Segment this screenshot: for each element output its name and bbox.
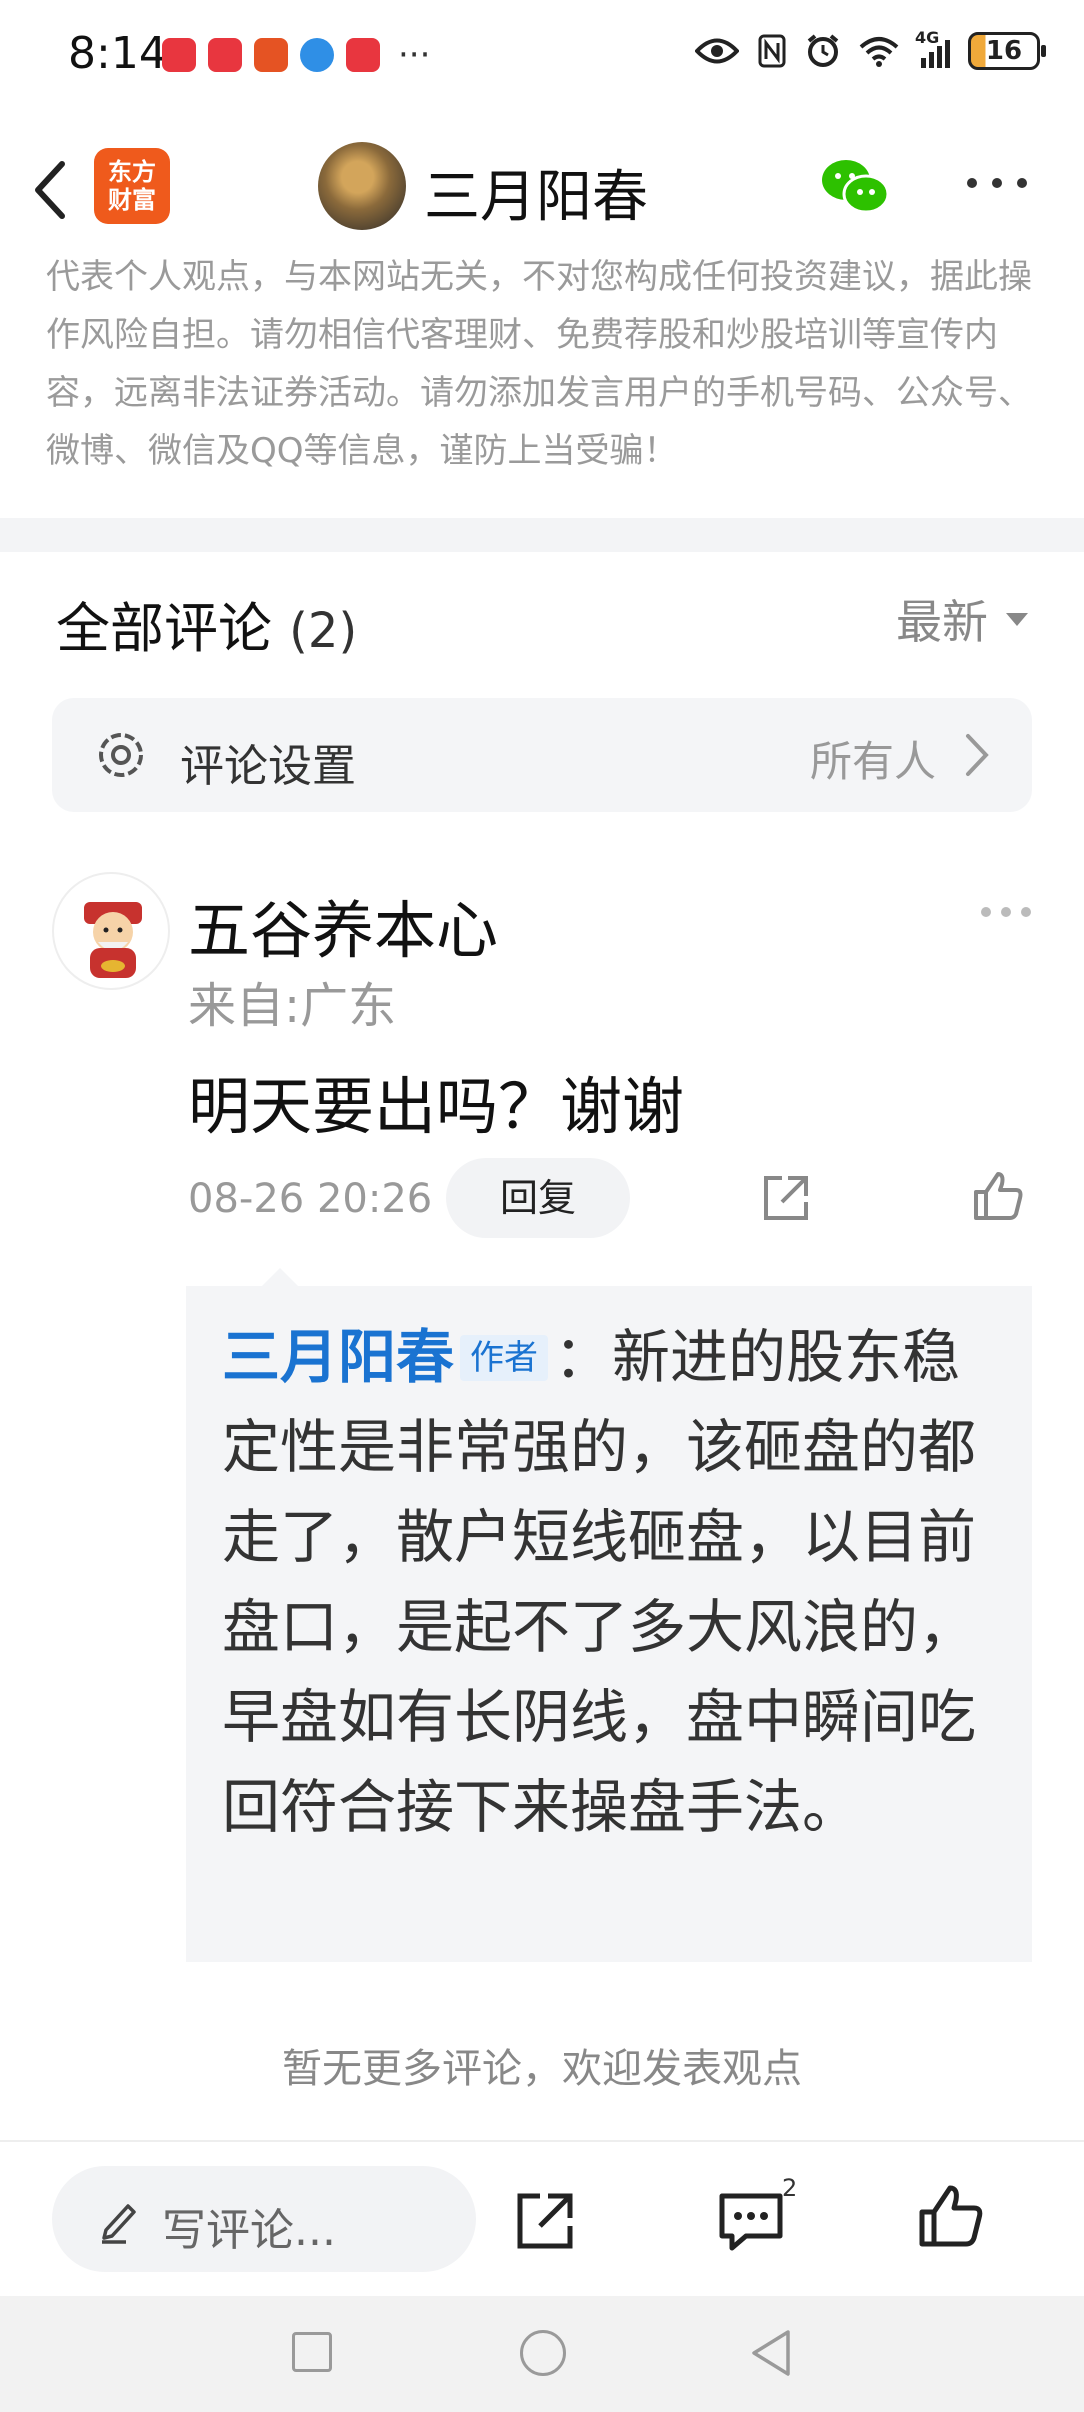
reply-text: ：新进的股东稳定性是非常强的，该砸盘的都走了，散户短线砸盘，以目前盘口，是起不了…	[222, 1323, 977, 1841]
network-type: 4G	[915, 28, 940, 47]
logo-text-line2: 财富	[108, 186, 156, 214]
comment-settings-row[interactable]: 评论设置 所有人	[52, 698, 1032, 812]
comment-more-icon[interactable]	[978, 904, 1034, 920]
share-icon[interactable]	[760, 1172, 812, 1224]
section-divider	[0, 518, 1084, 552]
settings-value: 所有人	[809, 737, 936, 786]
caret-down-icon	[1006, 612, 1028, 626]
battery-icon: 16	[968, 32, 1046, 70]
app-notification-icon	[254, 38, 288, 72]
comments-count: (2)	[289, 603, 358, 659]
xiaohongshu-app-icon	[346, 38, 380, 72]
comment-count-badge: 2	[782, 2174, 798, 2202]
write-comment-placeholder: 写评论...	[162, 2205, 336, 2256]
share-icon-large[interactable]	[512, 2188, 578, 2254]
commenter-name[interactable]: 五谷养本心	[188, 880, 498, 970]
write-comment-input[interactable]: 写评论...	[52, 2166, 476, 2272]
sort-dropdown[interactable]: 最新	[896, 586, 1028, 652]
huawei-app-icon	[162, 38, 196, 72]
alarm-icon	[807, 34, 839, 67]
wechat-icon[interactable]	[818, 154, 892, 218]
pen-icon	[102, 2204, 136, 2244]
eye-icon	[695, 38, 739, 64]
home-button[interactable]	[520, 2330, 566, 2376]
back-arrow-icon[interactable]	[26, 152, 82, 228]
author-reply: 三月阳春 作者 ：新进的股东稳定性是非常强的，该砸盘的都走了，散户短线砸盘，以目前盘…	[222, 1312, 1004, 1852]
commenter-avatar[interactable]	[52, 872, 170, 990]
browser-app-icon	[300, 38, 334, 72]
no-more-comments: 暂无更多评论，欢迎发表观点	[282, 2046, 802, 2092]
back-triangle-icon[interactable]	[748, 2328, 794, 2378]
reply-pointer	[262, 1268, 298, 1286]
thumbs-up-icon-large[interactable]	[916, 2182, 986, 2252]
status-bar: 8:14 ··· 4G 16	[0, 0, 1084, 110]
settings-label: 评论设置	[180, 741, 356, 792]
signal-icon: 4G	[915, 28, 950, 68]
sort-label: 最新	[896, 595, 988, 649]
nfc-icon	[758, 34, 786, 68]
gear-icon	[99, 733, 143, 777]
comments-title: 全部评论 (2)	[56, 584, 357, 663]
bottom-divider	[0, 2140, 1084, 2142]
status-time: 8:14	[68, 28, 167, 79]
more-notifications-icon: ···	[398, 35, 431, 75]
system-nav-bar	[0, 2296, 1084, 2412]
comment-text: 明天要出吗？谢谢	[188, 1070, 685, 1143]
reply-author-name[interactable]: 三月阳春	[222, 1323, 454, 1391]
notification-icons: ···	[162, 38, 430, 72]
more-options-icon[interactable]	[962, 168, 1032, 198]
author-badge: 作者	[460, 1335, 549, 1381]
wifi-icon	[859, 37, 899, 67]
thumbs-up-icon[interactable]	[970, 1168, 1026, 1224]
top-header: 东方 财富 三月阳春	[0, 130, 1084, 250]
risk-disclaimer: 代表个人观点，与本网站无关，不对您构成任何投资建议，据此操作风险自担。请勿相信代…	[46, 257, 1032, 471]
comment-icon[interactable]	[716, 2188, 786, 2254]
logo-text-line1: 东方	[108, 158, 156, 186]
system-icons: 4G 16	[695, 28, 1046, 70]
author-avatar[interactable]	[318, 142, 406, 230]
page-title[interactable]: 三月阳春	[424, 152, 648, 233]
reply-button[interactable]: 回复	[446, 1158, 630, 1238]
comment-timestamp: 08-26 20:26	[188, 1176, 433, 1222]
commenter-location: 来自:广东	[188, 978, 397, 1034]
eastmoney-logo[interactable]: 东方 财富	[94, 148, 170, 224]
comments-title-text: 全部评论	[56, 597, 272, 660]
huawei-app-icon-2	[208, 38, 242, 72]
recents-button[interactable]	[292, 2332, 332, 2372]
caishen-avatar-image	[84, 902, 142, 978]
chevron-right-icon	[966, 734, 989, 776]
